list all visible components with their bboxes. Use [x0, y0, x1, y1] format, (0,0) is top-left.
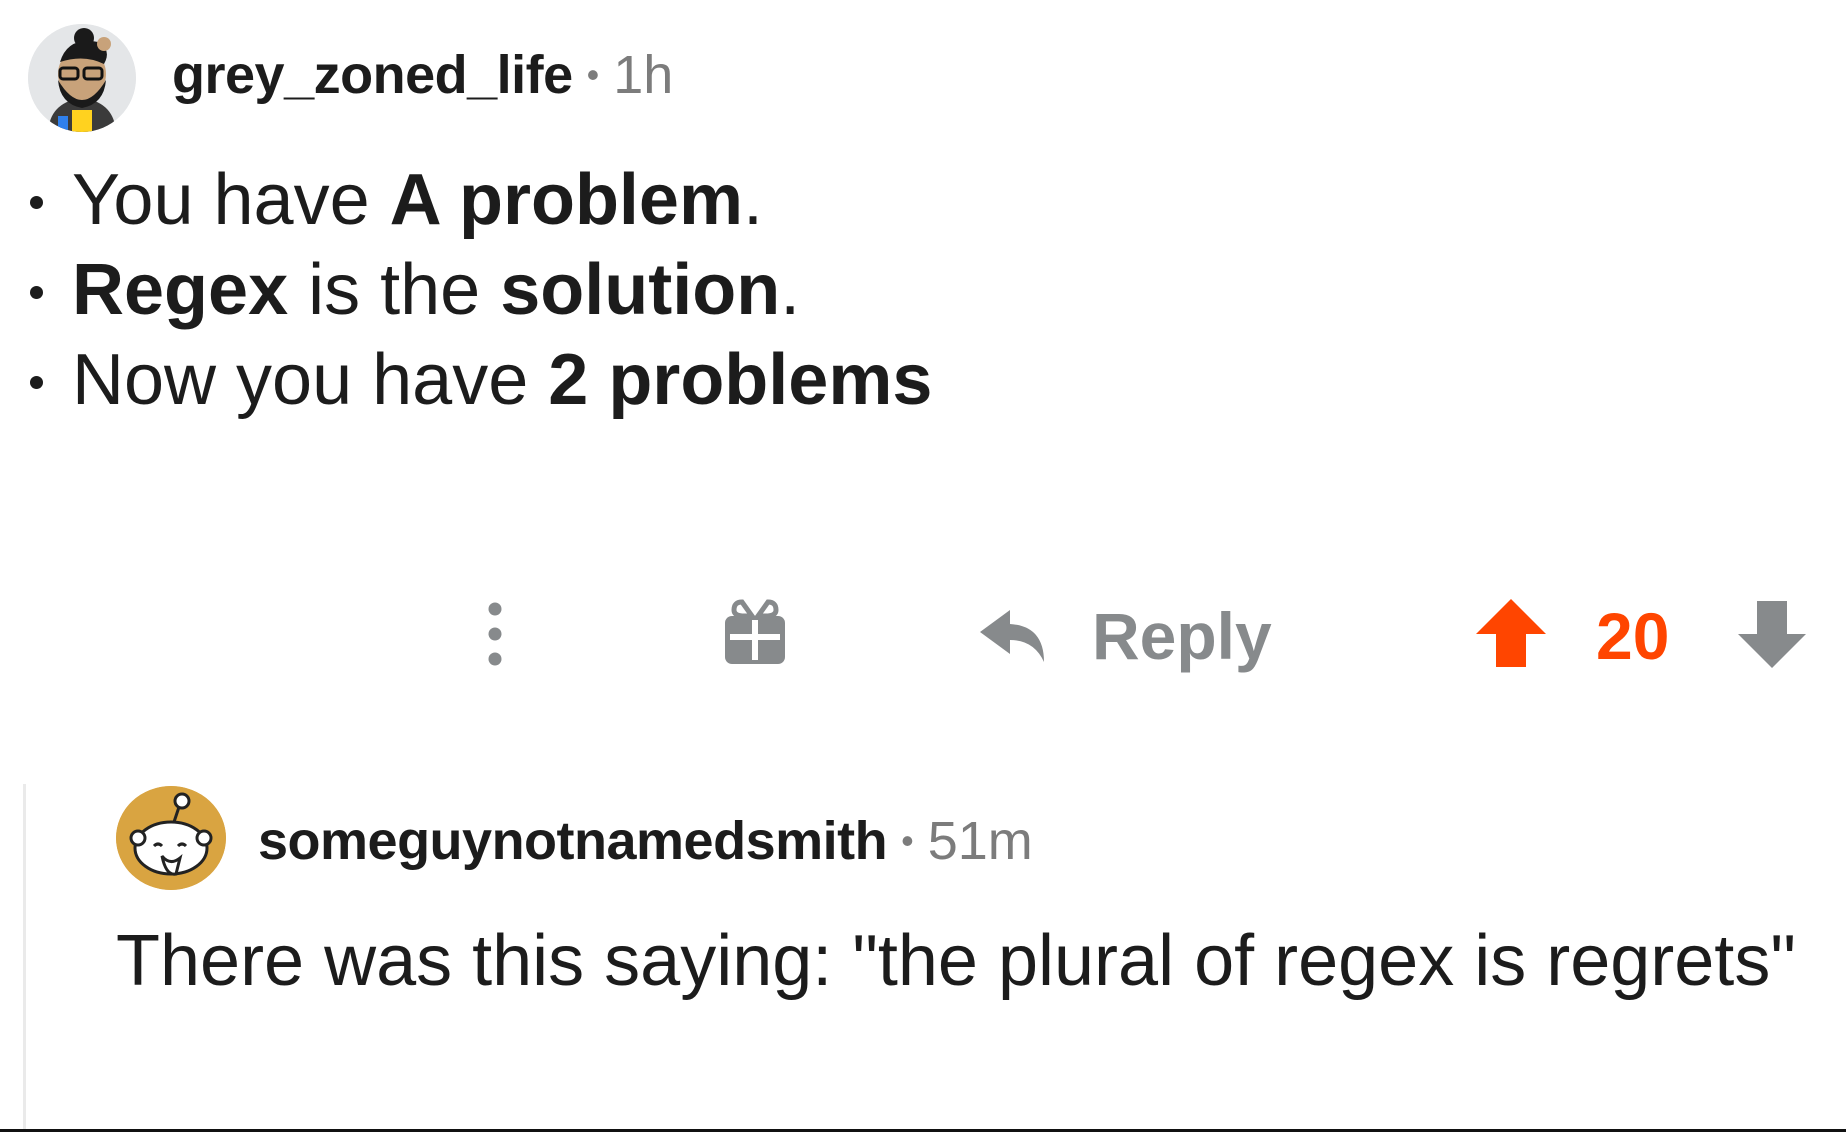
reply-body: There was this saying: "the plural of re…: [116, 921, 1796, 1001]
reply-label: Reply: [1092, 599, 1272, 673]
avatar[interactable]: [116, 786, 226, 890]
reply-arrow-icon: [980, 610, 1044, 662]
more-options-button[interactable]: [480, 600, 510, 668]
comment-meta: grey_zoned_life • 1h: [172, 44, 673, 106]
user-avatar-icon: [28, 24, 136, 132]
reply-username[interactable]: someguynotnamedsmith: [258, 810, 888, 872]
reply-button[interactable]: Reply: [978, 586, 1272, 686]
bullet-item: Now you have 2 problems: [30, 335, 932, 425]
vote-score: 20: [1596, 599, 1670, 673]
text-run: .: [780, 250, 801, 330]
meta-separator: •: [586, 54, 600, 95]
reply-meta: someguynotnamedsmith • 51m: [258, 810, 1033, 872]
thread-line[interactable]: [23, 784, 26, 1132]
reply-timestamp: 51m: [927, 811, 1033, 871]
bold-text-run: A problem: [389, 160, 743, 240]
give-award-button[interactable]: [722, 598, 788, 668]
bold-text-run: 2 problems: [548, 340, 933, 420]
vertical-ellipsis-icon: [488, 602, 502, 666]
bold-text-run: solution: [500, 250, 781, 330]
gift-icon: [725, 599, 785, 664]
text-run: Now you have: [72, 340, 549, 420]
comment-timestamp: 1h: [613, 45, 674, 105]
meta-separator: •: [901, 820, 914, 861]
text-run: You have: [72, 160, 390, 240]
avatar[interactable]: [28, 24, 136, 132]
comment-username[interactable]: grey_zoned_life: [172, 44, 573, 106]
bullet-item: You have A problem.: [30, 155, 932, 245]
text-run: is the: [288, 250, 501, 330]
bullet-item: Regex is the solution.: [30, 245, 932, 335]
snoo-avatar-icon: [116, 786, 226, 890]
text-run: .: [743, 160, 764, 240]
comment-body: You have A problem. Regex is the solutio…: [30, 155, 932, 425]
bold-text-run: Regex: [72, 250, 289, 330]
downvote-arrow-icon: [1738, 601, 1806, 668]
upvote-button[interactable]: [1474, 596, 1548, 670]
upvote-arrow-icon: [1476, 599, 1546, 667]
downvote-button[interactable]: [1736, 598, 1808, 670]
